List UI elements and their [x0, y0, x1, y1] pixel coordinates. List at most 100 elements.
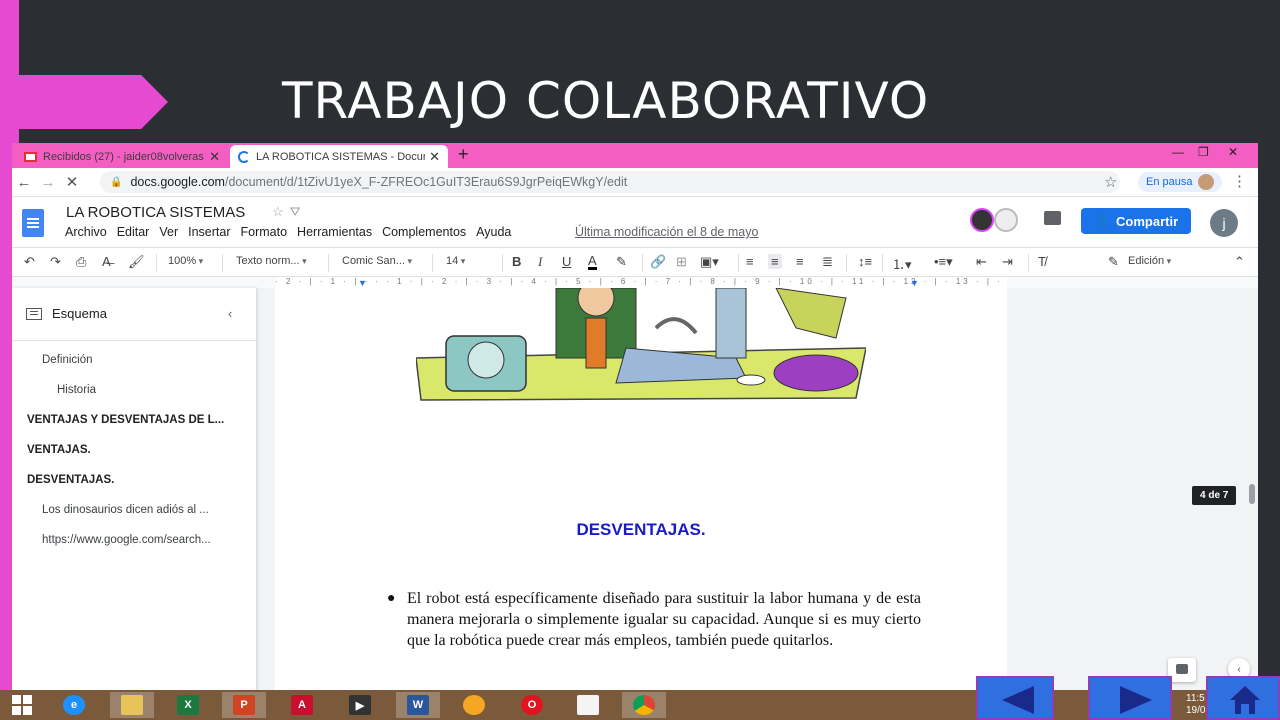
app-icon	[463, 695, 485, 715]
font-select[interactable]: Comic San...	[342, 255, 412, 267]
menu-ayuda[interactable]: Ayuda	[476, 225, 511, 239]
taskbar-powerpoint[interactable]: P	[222, 692, 266, 718]
taskbar-ie[interactable]: e	[52, 692, 96, 718]
outline-item[interactable]: Los dinosaurios dicen adiós al ...	[42, 504, 209, 516]
outline-item[interactable]: VENTAJAS.	[27, 444, 91, 456]
taskbar-file[interactable]	[566, 692, 610, 718]
style-select[interactable]: Texto norm...	[236, 255, 307, 267]
restore-icon[interactable]: ❐	[1198, 145, 1209, 159]
outline-item[interactable]: Definición	[42, 354, 93, 366]
user-avatar[interactable]: j	[1210, 209, 1238, 237]
highlight-icon[interactable]: ✎	[616, 254, 627, 270]
scrollbar-thumb[interactable]	[1249, 484, 1255, 504]
document-bullet-paragraph: ● El robot está específicamente diseñado…	[385, 588, 921, 651]
taskbar-explorer[interactable]	[110, 692, 154, 718]
new-tab-icon[interactable]: +	[458, 144, 469, 165]
align-center-icon[interactable]: ≡	[768, 254, 782, 269]
person-add-icon: 👤	[1093, 213, 1111, 228]
taskbar-opera[interactable]: O	[510, 692, 554, 718]
outline-item[interactable]: VENTAJAS Y DESVENTAJAS DE L...	[27, 414, 224, 426]
last-edit-link[interactable]: Última modificación el 8 de mayo	[575, 225, 758, 239]
close-tab-icon[interactable]: ✕	[429, 149, 440, 165]
back-icon[interactable]: ←	[12, 174, 36, 191]
explore-icon[interactable]	[1168, 658, 1196, 682]
windows-logo-icon	[12, 695, 32, 715]
profile-pause-chip[interactable]: En pausa	[1138, 172, 1223, 192]
align-right-icon[interactable]: ≡	[796, 254, 804, 269]
edit-pencil-icon: ✎	[1108, 254, 1119, 269]
collaborator-avatars[interactable]	[968, 207, 1026, 233]
menu-herramientas[interactable]: Herramientas	[297, 225, 372, 239]
underline-icon[interactable]: U	[562, 254, 571, 269]
document-title[interactable]: LA ROBOTICA SISTEMAS	[66, 204, 245, 221]
star-icon[interactable]: ☆	[272, 204, 290, 219]
previous-slide-button[interactable]	[976, 676, 1054, 720]
bulleted-list-icon[interactable]: •≡▾	[934, 254, 953, 270]
tab-gmail[interactable]: Recibidos (27) - jaider08volveras ✕	[16, 145, 228, 168]
internet-explorer-icon: e	[63, 695, 85, 715]
taskbar-chrome[interactable]	[622, 692, 666, 718]
redo-icon[interactable]: ↷	[50, 254, 61, 270]
taskbar-mediaplayer[interactable]: ▶	[338, 692, 382, 718]
menu-archivo[interactable]: Archivo	[65, 225, 107, 239]
document-page[interactable]: DESVENTAJAS. ● El robot está específicam…	[275, 288, 1007, 691]
increase-indent-icon[interactable]: ⇥	[1002, 254, 1013, 270]
url-host: docs.google.com	[130, 175, 225, 189]
next-slide-button[interactable]	[1088, 676, 1172, 720]
docs-logo-icon[interactable]	[22, 209, 44, 237]
close-tab-icon[interactable]: ✕	[209, 149, 220, 165]
taskbar-app[interactable]	[452, 692, 496, 718]
outline-item[interactable]: Historia	[57, 384, 96, 396]
menu-insertar[interactable]: Insertar	[188, 225, 230, 239]
forward-icon[interactable]: →	[36, 174, 60, 191]
decrease-indent-icon[interactable]: ⇤	[976, 254, 987, 270]
bookmark-star-icon[interactable]: ☆	[1104, 173, 1117, 191]
bold-icon[interactable]: B	[512, 254, 521, 269]
tab-docs[interactable]: LA ROBOTICA SISTEMAS - Docum ✕	[230, 145, 448, 168]
chevron-left-icon[interactable]: ‹	[228, 306, 232, 321]
menu-complementos[interactable]: Complementos	[382, 225, 466, 239]
minimize-icon[interactable]: —	[1172, 145, 1184, 159]
mode-select[interactable]: Edición	[1128, 255, 1171, 267]
move-folder-icon[interactable]: ⛛	[290, 204, 307, 219]
right-indent-marker[interactable]: ▼	[910, 278, 919, 288]
justify-icon[interactable]: ≣	[822, 254, 833, 270]
menu-ver[interactable]: Ver	[159, 225, 178, 239]
menu-formato[interactable]: Formato	[241, 225, 288, 239]
close-window-icon[interactable]: ✕	[1228, 145, 1238, 159]
chevron-up-icon[interactable]: ⌃	[1234, 254, 1245, 270]
text-color-icon[interactable]: A	[588, 254, 597, 270]
browser-menu-icon[interactable]: ⋮	[1232, 172, 1247, 190]
spellcheck-icon[interactable]: A̶	[102, 254, 111, 269]
undo-icon[interactable]: ↶	[24, 254, 35, 270]
insert-image-icon[interactable]: ▣▾	[700, 254, 719, 270]
zoom-select[interactable]: 100%	[168, 255, 203, 267]
clear-formatting-icon[interactable]: T̸	[1038, 254, 1046, 269]
left-indent-marker[interactable]: ▼	[358, 278, 367, 288]
add-comment-icon[interactable]: ⊞	[676, 254, 687, 270]
share-button[interactable]: 👤 Compartir	[1081, 208, 1191, 234]
font-size-select[interactable]: 14	[446, 255, 465, 267]
align-left-icon[interactable]: ≡	[746, 254, 754, 269]
taskbar-acrobat[interactable]: A	[280, 692, 324, 718]
taskbar-excel[interactable]: X	[166, 692, 210, 718]
taskbar-word[interactable]: W	[396, 692, 440, 718]
home-slide-button[interactable]	[1206, 676, 1280, 720]
italic-icon[interactable]: I	[538, 254, 542, 270]
excel-icon: X	[177, 695, 199, 715]
paint-format-icon[interactable]: 🖌	[128, 254, 145, 270]
start-button[interactable]	[0, 692, 44, 718]
numbered-list-icon[interactable]: ⒈▾	[892, 254, 912, 273]
menu-editar[interactable]: Editar	[117, 225, 150, 239]
divider	[432, 254, 433, 272]
comment-icon[interactable]	[1044, 211, 1061, 225]
outline-item[interactable]: https://www.google.com/search...	[42, 534, 211, 546]
print-icon[interactable]: ⎙	[76, 254, 86, 270]
link-icon[interactable]: 🔗	[650, 254, 666, 270]
stop-icon[interactable]: ✕	[60, 173, 84, 191]
line-spacing-icon[interactable]: ↕≡	[858, 254, 872, 269]
home-icon	[1230, 686, 1260, 714]
url-field[interactable]: 🔒 docs.google.com/document/d/1tZivU1yeX_…	[100, 171, 1120, 193]
outline-item[interactable]: DESVENTAJAS.	[27, 474, 114, 486]
taskbar-clock[interactable]: 11:5 19/0	[1186, 693, 1205, 717]
